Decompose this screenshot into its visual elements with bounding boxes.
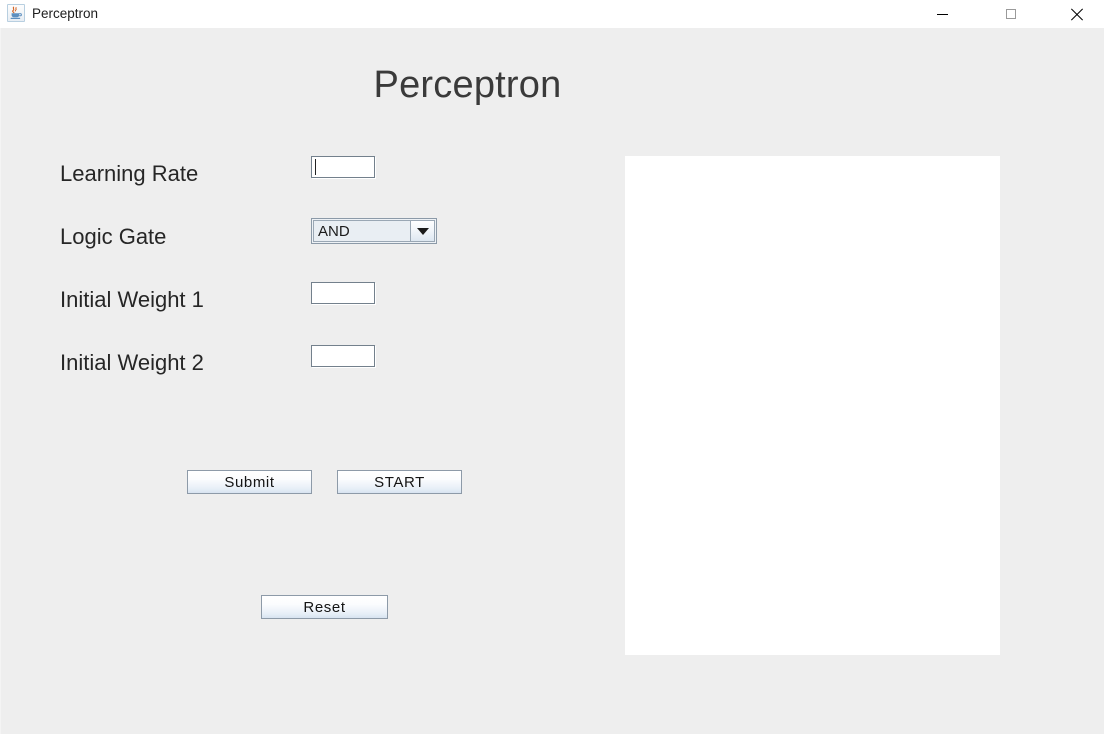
- label-initial-weight-2: Initial Weight 2: [60, 350, 204, 375]
- close-icon: [1070, 8, 1083, 21]
- title-bar: Perceptron: [0, 0, 1104, 28]
- java-coffee-cup-icon: [7, 4, 25, 22]
- minimize-icon: [936, 13, 948, 15]
- logic-gate-dropdown-button[interactable]: [410, 220, 435, 242]
- logic-gate-combobox[interactable]: AND: [311, 218, 437, 244]
- text-caret: [315, 159, 316, 175]
- maximize-button[interactable]: [988, 0, 1034, 28]
- maximize-icon: [1006, 9, 1016, 19]
- submit-button[interactable]: Submit: [187, 470, 312, 494]
- logic-gate-value-box[interactable]: AND: [313, 220, 410, 242]
- label-logic-gate: Logic Gate: [60, 224, 167, 249]
- label-learning-rate: Learning Rate: [60, 161, 199, 186]
- initial-weight-2-input[interactable]: [311, 345, 375, 367]
- learning-rate-input[interactable]: [311, 156, 375, 178]
- minimize-button[interactable]: [919, 0, 965, 28]
- page-title: Perceptron: [373, 64, 562, 106]
- label-initial-weight-1: Initial Weight 1: [60, 287, 204, 312]
- output-panel[interactable]: [625, 156, 1000, 655]
- chevron-down-icon: [416, 227, 429, 235]
- initial-weight-1-input[interactable]: [311, 282, 375, 304]
- close-button[interactable]: [1053, 0, 1099, 28]
- main-content-panel: Perceptron Learning Rate Logic Gate AND …: [0, 28, 1104, 734]
- logic-gate-selected-value: AND: [318, 222, 350, 240]
- window-title: Perceptron: [32, 6, 99, 21]
- reset-button[interactable]: Reset: [261, 595, 388, 619]
- application-window: Perceptron Perceptron Learning Rate Logi…: [0, 0, 1104, 734]
- start-button[interactable]: START: [337, 470, 462, 494]
